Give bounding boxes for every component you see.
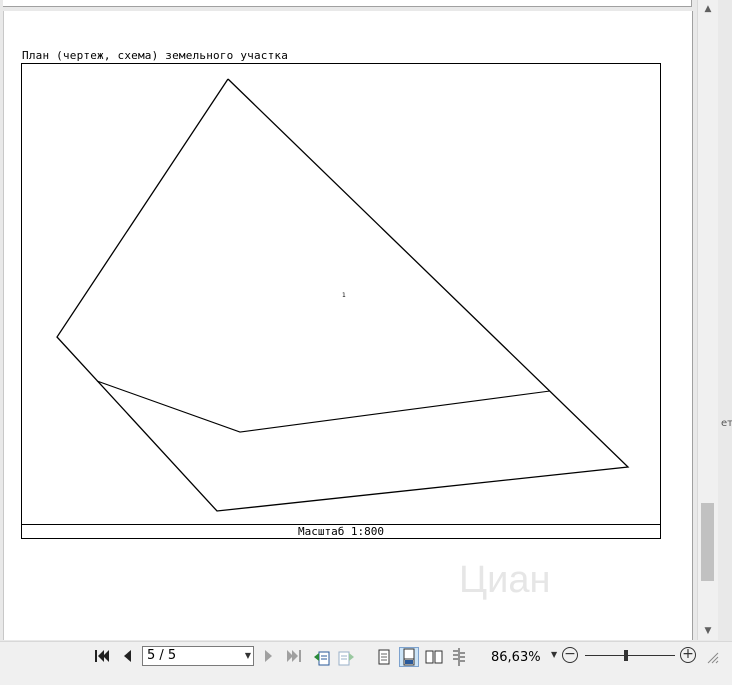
two-page-continuous-view-button[interactable] (449, 647, 469, 667)
zoom-value[interactable]: 86,63% (491, 650, 541, 665)
first-page-icon (95, 650, 109, 662)
resize-grip-icon[interactable] (705, 650, 719, 664)
zoom-dropdown-icon[interactable]: ▼ (551, 650, 557, 659)
navigation-toolbar: 5 / 5 ▼ 86,63% ▼ − + (0, 641, 732, 685)
last-page-icon (287, 650, 301, 662)
scroll-thumb[interactable] (701, 503, 714, 581)
side-text: ет (721, 418, 732, 429)
prev-page-icon (124, 650, 131, 662)
first-page-button[interactable] (92, 649, 112, 669)
plan-title: План (чертеж, схема) земельного участка (22, 49, 289, 62)
vertical-scrollbar[interactable]: ▲ ▼ (697, 0, 718, 640)
zoom-in-icon[interactable]: + (680, 647, 696, 663)
go-back-icon (314, 651, 330, 666)
two-page-continuous-icon (453, 648, 465, 666)
parcel-boundary-inner (96, 380, 551, 433)
watermark-logo: Циан (459, 559, 551, 601)
zoom-out-icon[interactable]: − (562, 647, 578, 663)
scroll-up-icon[interactable]: ▲ (698, 0, 718, 18)
single-page-view-button[interactable] (374, 647, 394, 667)
next-page-button[interactable] (259, 649, 279, 669)
previous-page-edge (3, 0, 692, 7)
two-page-view-button[interactable] (424, 647, 444, 667)
single-page-icon (378, 649, 390, 665)
continuous-page-icon (403, 648, 415, 666)
prev-page-button[interactable] (117, 649, 137, 669)
zoom-slider-thumb[interactable] (623, 650, 628, 661)
two-page-icon (425, 650, 443, 664)
zoom-slider-track[interactable] (585, 655, 675, 656)
parcel-number-label: 1 (342, 292, 346, 299)
plan-frame: 1 (21, 63, 661, 538)
go-forward-button[interactable] (336, 649, 356, 669)
scale-label: Масштаб 1:800 (21, 524, 661, 539)
document-page: План (чертеж, схема) земельного участка … (3, 11, 693, 640)
next-page-icon (265, 650, 272, 662)
go-forward-icon (338, 651, 354, 666)
page-indicator: 5 / 5 (147, 648, 177, 663)
chevron-down-icon[interactable]: ▼ (245, 647, 251, 665)
page-number-field[interactable]: 5 / 5 ▼ (142, 646, 254, 666)
go-back-button[interactable] (312, 649, 332, 669)
continuous-view-button[interactable] (399, 647, 419, 667)
scroll-down-icon[interactable]: ▼ (698, 622, 718, 640)
last-page-button[interactable] (284, 649, 304, 669)
parcel-drawing: 1 (56, 78, 630, 512)
